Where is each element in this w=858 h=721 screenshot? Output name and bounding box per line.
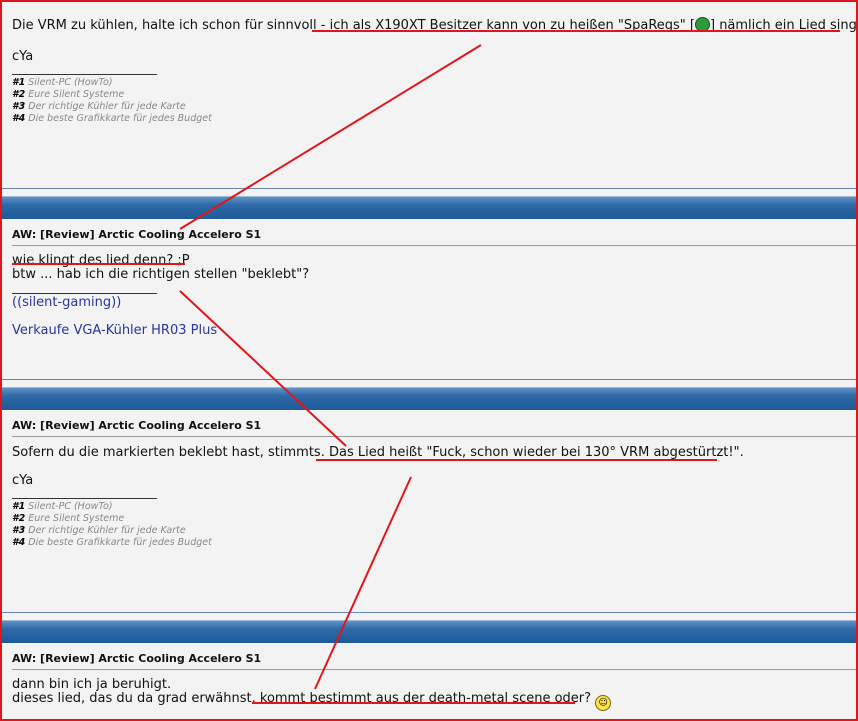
signature-link[interactable]: Silent-PC (HowTo) — [28, 77, 112, 88]
signature-link-silent-gaming[interactable]: ((silent-gaming)) — [12, 295, 121, 310]
smiley-icon: ☺ — [595, 695, 612, 711]
post-separator — [2, 379, 856, 380]
signature-item[interactable]: #3 Der richtige Kühler für jede Karte — [12, 101, 212, 113]
signature-link[interactable]: Der richtige Kühler für jede Karte — [28, 525, 185, 536]
post-title-divider — [12, 436, 856, 437]
post-0-body: Die VRM zu kühlen, halte ich schon für s… — [12, 17, 857, 33]
post-0-body-part2: ] nämlich ein Lied singen. — [709, 18, 857, 33]
post-header-bar — [2, 387, 856, 410]
signature-item[interactable]: #4 Die beste Grafikkarte für jedes Budge… — [12, 113, 212, 125]
signature-num: #4 — [12, 537, 26, 548]
signature-item[interactable]: #2 Eure Silent Systeme — [12, 89, 212, 101]
signature-link-sale[interactable]: Verkaufe VGA-Kühler HR03 Plus — [12, 323, 217, 338]
signature-num: #2 — [12, 513, 26, 524]
post-2-line1: Sofern du die markierten beklebt hast, s… — [12, 445, 744, 460]
signature-item[interactable]: #4 Die beste Grafikkarte für jedes Budge… — [12, 537, 212, 549]
post-1-line1: wie klingt des lied denn? ;P — [12, 253, 190, 268]
signature-num: #3 — [12, 525, 26, 536]
post-0-body-part1: Die VRM zu kühlen, halte ich schon für s… — [12, 18, 695, 33]
signature-link[interactable]: Der richtige Kühler für jede Karte — [28, 101, 185, 112]
post-0-farewell: cYa — [12, 49, 34, 64]
signature-link[interactable]: Die beste Grafikkarte für jedes Budget — [28, 113, 212, 124]
post-header-bar — [2, 620, 856, 643]
post-2-signature: #1 Silent-PC (HowTo) #2 Eure Silent Syst… — [12, 501, 212, 549]
signature-num: #1 — [12, 77, 26, 88]
post-2-farewell: cYa — [12, 473, 34, 488]
post-1-line2: btw ... hab ich die richtigen stellen "b… — [12, 267, 310, 282]
signature-item[interactable]: #2 Eure Silent Systeme — [12, 513, 212, 525]
signature-divider — [12, 74, 157, 75]
signature-num: #4 — [12, 113, 26, 124]
signature-item[interactable]: #3 Der richtige Kühler für jede Karte — [12, 525, 212, 537]
signature-divider — [12, 498, 157, 499]
post-title-divider — [12, 245, 856, 246]
signature-num: #2 — [12, 89, 26, 100]
signature-item[interactable]: #1 Silent-PC (HowTo) — [12, 501, 212, 513]
post-title: AW: [Review] Arctic Cooling Accelero S1 — [12, 228, 262, 241]
post-0-signature: #1 Silent-PC (HowTo) #2 Eure Silent Syst… — [12, 77, 212, 125]
post-separator — [2, 612, 856, 613]
globe-icon — [694, 17, 710, 32]
post-title: AW: [Review] Arctic Cooling Accelero S1 — [12, 419, 262, 432]
signature-link[interactable]: Silent-PC (HowTo) — [28, 501, 112, 512]
signature-link[interactable]: Eure Silent Systeme — [28, 513, 124, 524]
post-3-line2: dieses lied, das du da grad erwähnst, ko… — [12, 691, 612, 711]
post-title-divider — [12, 669, 856, 670]
signature-item[interactable]: #1 Silent-PC (HowTo) — [12, 77, 212, 89]
post-separator — [2, 188, 856, 189]
signature-divider — [12, 293, 157, 294]
post-header-bar — [2, 196, 856, 219]
post-3-line2-text: dieses lied, das du da grad erwähnst, ko… — [12, 691, 592, 706]
post-3-line1: dann bin ich ja beruhigt. — [12, 677, 172, 692]
signature-link[interactable]: Eure Silent Systeme — [28, 89, 124, 100]
signature-link[interactable]: Die beste Grafikkarte für jedes Budget — [28, 537, 212, 548]
post-title: AW: [Review] Arctic Cooling Accelero S1 — [12, 652, 262, 665]
forum-thread-view: Die VRM zu kühlen, halte ich schon für s… — [0, 0, 858, 721]
signature-num: #3 — [12, 101, 26, 112]
signature-num: #1 — [12, 501, 26, 512]
